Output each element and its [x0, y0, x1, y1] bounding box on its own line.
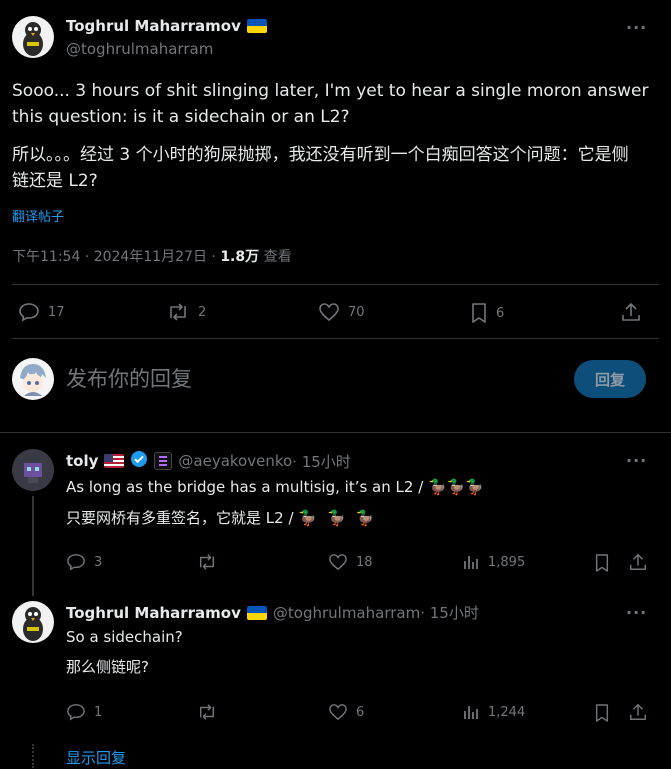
like-count: 18: [356, 554, 373, 570]
share-icon: [620, 301, 642, 323]
post-meta: 下午11:54 · 2024年11月27日 · 1.8万 查看: [12, 246, 292, 266]
translate-link[interactable]: 翻译帖子: [12, 206, 64, 225]
more-options-icon[interactable]: ···: [626, 451, 647, 470]
duck-emojis: 🦆🦆🦆: [428, 478, 485, 496]
author-handle[interactable]: @toghrulmaharram: [66, 40, 213, 58]
reply-text-zh-content: 只要网桥有多重签名，它就是 L2 /: [66, 509, 299, 527]
repost-icon: [196, 553, 218, 571]
ukraine-flag-icon: [246, 605, 267, 620]
post-text-en: Sooo... 3 hours of shit slinging later, …: [12, 81, 649, 127]
analytics-icon: [462, 703, 480, 721]
divider: [12, 284, 659, 285]
reply-text-en: As long as the bridge has a multisig, it…: [66, 476, 484, 498]
reply-text-en-content: As long as the bridge has a multisig, it…: [66, 478, 429, 496]
reply-button[interactable]: 1: [66, 703, 102, 721]
bookmark-button[interactable]: 6: [470, 302, 504, 324]
bookmark-icon: [594, 703, 610, 723]
show-replies-link[interactable]: 显示回复: [66, 747, 126, 768]
divider: [12, 338, 659, 339]
reply-button[interactable]: 3: [66, 553, 102, 571]
like-button[interactable]: 6: [328, 703, 364, 721]
reply-author-name[interactable]: Toghrul Maharramov: [66, 604, 241, 622]
heart-icon: [328, 703, 348, 721]
comment-icon: [18, 302, 40, 322]
author-name[interactable]: Toghrul Maharramov: [66, 17, 241, 35]
reply-button[interactable]: 17: [18, 302, 65, 322]
ukraine-flag-icon: [246, 19, 267, 33]
reply-text-en: So a sidechain?: [66, 628, 183, 646]
reply-author-handle[interactable]: @toghrulmaharram: [273, 604, 420, 622]
share-icon: [628, 702, 648, 722]
verified-badge-icon: [130, 450, 148, 472]
post-timestamp[interactable]: 下午11:54 · 2024年11月27日 ·: [12, 249, 220, 265]
reply-submit-button[interactable]: 回复: [574, 360, 646, 398]
post-text-zh: 所以。。。经过 3 个小时的狗屎抛掷，我还没有听到一个白痴回答这个问题：它是侧链…: [12, 145, 629, 191]
repost-icon: [166, 302, 190, 322]
author-avatar[interactable]: [12, 16, 54, 58]
like-count: 70: [348, 304, 365, 320]
repost-button[interactable]: 2: [166, 302, 206, 322]
comment-icon: [66, 703, 86, 721]
share-button[interactable]: [628, 702, 648, 722]
affiliate-badge-icon: [154, 452, 173, 470]
views-button[interactable]: 1,895: [462, 553, 525, 571]
view-count: 1,895: [488, 554, 526, 570]
thread-dots: [32, 744, 34, 768]
reply-author-name[interactable]: toly: [66, 452, 98, 470]
repost-button[interactable]: [196, 703, 218, 721]
bookmark-icon: [470, 302, 488, 324]
reply-input[interactable]: [66, 362, 546, 396]
reply-count: 1: [94, 704, 103, 720]
reply-avatar[interactable]: [12, 449, 54, 491]
bookmark-button[interactable]: [594, 553, 610, 573]
reply-author-handle[interactable]: @aeyakovenko: [178, 452, 292, 470]
more-options-icon[interactable]: ···: [626, 603, 647, 622]
duck-emojis: 🦆🦆🦆: [298, 509, 385, 527]
heart-icon: [328, 553, 348, 571]
reply-text-zh: 只要网桥有多重签名，它就是 L2 / 🦆🦆🦆: [66, 507, 384, 529]
share-button[interactable]: [628, 552, 648, 572]
reply-avatar[interactable]: [12, 601, 54, 643]
comment-icon: [66, 553, 86, 571]
divider: [0, 432, 671, 433]
bookmark-button[interactable]: [594, 703, 610, 723]
reply-time[interactable]: · 15小时: [292, 451, 351, 472]
view-count: 1,244: [488, 704, 526, 720]
like-count: 6: [356, 704, 365, 720]
views-button[interactable]: 1,244: [462, 703, 525, 721]
share-button[interactable]: [620, 301, 642, 323]
thread-line: [32, 496, 34, 596]
more-options-icon[interactable]: ···: [626, 18, 647, 37]
current-user-avatar[interactable]: [12, 358, 54, 400]
heart-icon: [318, 302, 340, 322]
reply-count: 3: [94, 554, 103, 570]
us-flag-icon: [104, 454, 125, 468]
repost-button[interactable]: [196, 553, 218, 571]
analytics-icon: [462, 553, 480, 571]
views-count: 1.8万: [220, 249, 260, 265]
views-label: 查看: [259, 249, 292, 265]
share-icon: [628, 552, 648, 572]
reply-time[interactable]: · 15小时: [420, 602, 479, 623]
like-button[interactable]: 70: [318, 302, 365, 322]
bookmark-icon: [594, 553, 610, 573]
reply-count: 17: [48, 304, 65, 320]
repost-count: 2: [198, 304, 207, 320]
reply-text-zh: 那么侧链呢?: [66, 658, 149, 676]
repost-icon: [196, 703, 218, 721]
like-button[interactable]: 18: [328, 553, 373, 571]
bookmark-count: 6: [496, 305, 505, 321]
